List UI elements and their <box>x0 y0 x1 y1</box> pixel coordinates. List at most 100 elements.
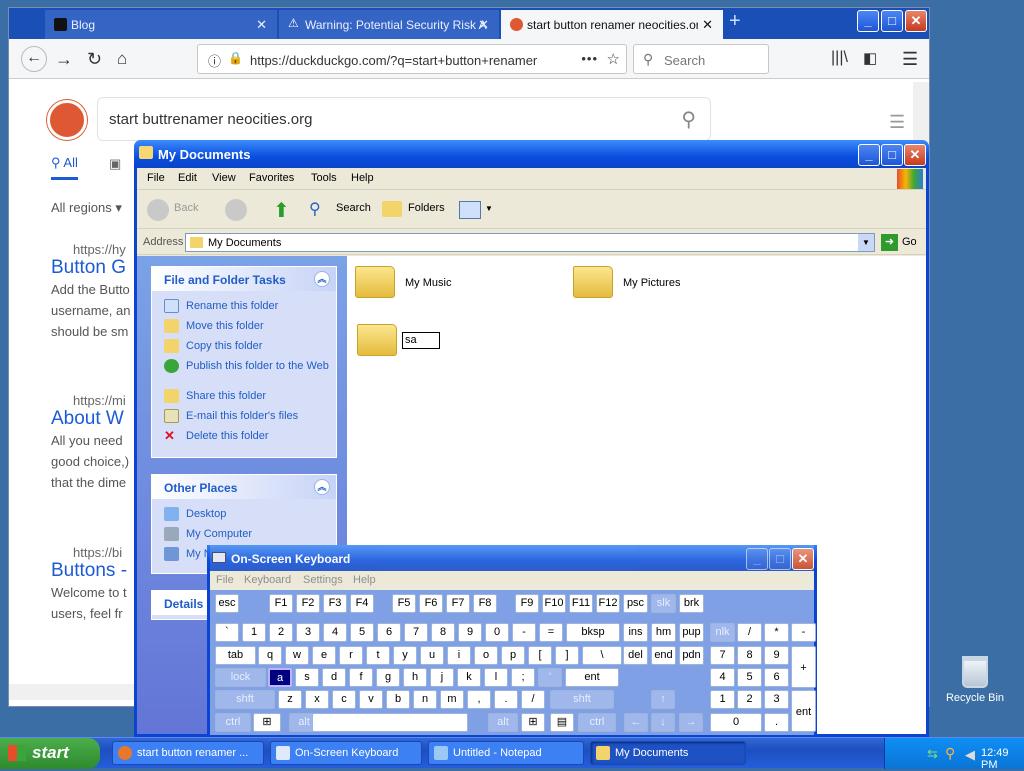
search-icon[interactable]: ⚲ <box>945 745 955 762</box>
task-notepad[interactable]: Untitled - Notepad <box>428 741 584 765</box>
key-x[interactable]: , <box>467 690 491 709</box>
key-pdn[interactable]: pdn <box>679 646 704 665</box>
ddg-search-input[interactable]: start buttrenamer neocities.org ⚲ <box>97 97 711 141</box>
key-x[interactable]: \ <box>582 646 622 665</box>
views-icon[interactable] <box>459 201 481 219</box>
volume-icon[interactable]: ◀ <box>965 747 975 763</box>
key-tab[interactable]: tab <box>215 646 256 665</box>
key-1[interactable]: 1 <box>710 690 735 709</box>
back-arrow-icon[interactable] <box>147 199 169 221</box>
key-9[interactable]: 9 <box>764 646 789 665</box>
key-F12[interactable]: F12 <box>596 594 620 613</box>
panel-header[interactable]: Other Places ︽ <box>152 475 336 499</box>
minimize-button[interactable]: _ <box>746 548 768 570</box>
key-alt[interactable]: alt <box>488 713 518 732</box>
task-my-documents[interactable]: My Documents <box>590 741 746 765</box>
close-button[interactable]: ✕ <box>792 548 814 570</box>
key-x[interactable]: - <box>791 623 816 642</box>
key-ins[interactable]: ins <box>623 623 648 642</box>
key-k[interactable]: k <box>457 668 481 687</box>
address-input[interactable]: My Documents ▼ <box>185 233 875 252</box>
left-arrow-key[interactable]: ← <box>624 713 648 732</box>
menu-edit[interactable]: Edit <box>178 172 197 184</box>
key-6[interactable]: 6 <box>764 668 789 687</box>
task-delete[interactable]: ✕ Delete this folder <box>152 427 336 447</box>
key-4[interactable]: 4 <box>323 623 347 642</box>
chevron-down-icon[interactable]: ▼ <box>485 204 493 213</box>
key-4[interactable]: 4 <box>710 668 735 687</box>
key-F10[interactable]: F10 <box>542 594 566 613</box>
library-icon[interactable]: |||\ <box>831 49 848 67</box>
key-x[interactable]: x <box>305 690 329 709</box>
key-lock[interactable]: lock <box>215 668 266 687</box>
title-bar[interactable]: On-Screen Keyboard _ □ ✕ <box>207 545 817 571</box>
url-bar[interactable]: ⓘ 🔒 https://duckduckgo.com/?q=start+butt… <box>197 44 627 74</box>
key-x[interactable]: / <box>521 690 545 709</box>
key-F3[interactable]: F3 <box>323 594 347 613</box>
menu-file[interactable]: File <box>147 172 165 184</box>
menu-tools[interactable]: Tools <box>311 172 337 184</box>
close-button[interactable]: ✕ <box>905 10 927 32</box>
key-w[interactable]: w <box>285 646 309 665</box>
key-esc[interactable]: esc <box>215 594 239 613</box>
minimize-button[interactable]: _ <box>858 144 880 166</box>
maximize-button[interactable]: □ <box>881 10 903 32</box>
key-F4[interactable]: F4 <box>350 594 374 613</box>
key-h[interactable]: h <box>403 668 427 687</box>
menu-help[interactable]: Help <box>353 574 376 586</box>
key-p[interactable]: p <box>501 646 525 665</box>
images-icon[interactable]: ▣ <box>109 156 121 172</box>
folder-new[interactable] <box>357 324 397 356</box>
close-icon[interactable]: ✕ <box>256 17 267 33</box>
collapse-icon[interactable]: ︽ <box>314 271 330 287</box>
key-ent[interactable]: ent <box>565 668 619 687</box>
back-icon[interactable]: ← <box>21 46 47 72</box>
info-icon[interactable]: ⓘ <box>208 51 221 70</box>
go-arrow-icon[interactable]: ➜ <box>881 234 898 251</box>
key-2[interactable]: 2 <box>269 623 293 642</box>
menu-help[interactable]: Help <box>351 172 374 184</box>
key-F8[interactable]: F8 <box>473 594 497 613</box>
key-x[interactable]: / <box>737 623 762 642</box>
key-9[interactable]: 9 <box>458 623 482 642</box>
key-ctrl[interactable]: ctrl <box>578 713 616 732</box>
key-0[interactable]: 0 <box>710 713 762 732</box>
task-rename[interactable]: Rename this folder <box>152 297 336 317</box>
close-icon[interactable]: ✕ <box>698 17 713 33</box>
key-3[interactable]: 3 <box>764 690 789 709</box>
key-ctrl[interactable]: ctrl <box>215 713 251 732</box>
key-F11[interactable]: F11 <box>569 594 593 613</box>
task-osk[interactable]: On-Screen Keyboard <box>270 741 422 765</box>
key-x[interactable]: = <box>539 623 563 642</box>
key-slk[interactable]: slk <box>651 594 676 613</box>
key-c[interactable]: c <box>332 690 356 709</box>
network-icon[interactable]: ⇆ <box>927 746 938 762</box>
key-x[interactable]: ; <box>511 668 535 687</box>
key-7[interactable]: 7 <box>404 623 428 642</box>
chevron-down-icon[interactable]: ▼ <box>858 234 874 251</box>
search-button[interactable]: Search <box>336 202 371 214</box>
menu-view[interactable]: View <box>212 172 236 184</box>
key-0[interactable]: 0 <box>485 623 509 642</box>
task-publish[interactable]: Publish this folder to the Web <box>152 357 336 387</box>
space-key[interactable] <box>312 713 468 732</box>
windows-key-icon[interactable]: ⊞ <box>253 713 281 732</box>
place-desktop[interactable]: Desktop <box>152 505 336 525</box>
key-x[interactable]: [ <box>528 646 552 665</box>
up-folder-icon[interactable]: ⬆ <box>273 198 290 223</box>
windows-key-icon[interactable]: ⊞ <box>521 713 545 732</box>
key-hm[interactable]: hm <box>651 623 676 642</box>
key-l[interactable]: l <box>484 668 508 687</box>
key-r[interactable]: r <box>339 646 363 665</box>
key-e[interactable]: e <box>312 646 336 665</box>
go-button[interactable]: Go <box>902 236 917 248</box>
key-8[interactable]: 8 <box>737 646 762 665</box>
close-icon[interactable]: ✕ <box>478 17 489 33</box>
key-x[interactable]: . <box>494 690 518 709</box>
key-nlk[interactable]: nlk <box>710 623 735 642</box>
new-tab-icon[interactable]: + <box>729 10 741 33</box>
menu-key-icon[interactable]: ▤ <box>550 713 574 732</box>
key-x[interactable]: . <box>764 713 789 732</box>
key-x[interactable]: + <box>791 646 816 688</box>
key-j[interactable]: j <box>430 668 454 687</box>
